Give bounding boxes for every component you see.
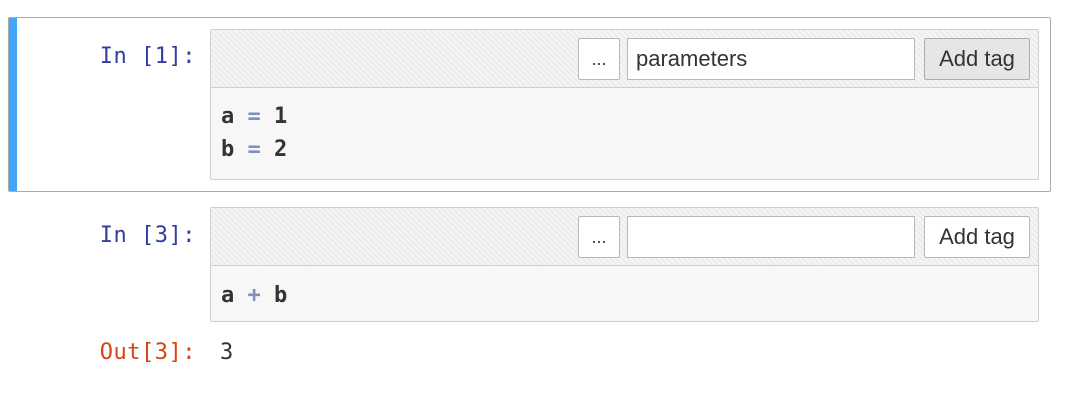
code-token: a (221, 283, 235, 308)
cell-tag-toolbar: ... parameters Add tag (211, 30, 1038, 88)
code-token: 2 (274, 137, 288, 162)
code-token: b (221, 137, 235, 162)
output-prompt: Out[3]: (99, 340, 196, 365)
add-tag-button[interactable]: Add tag (924, 216, 1030, 258)
input-prompt: In [1]: (99, 44, 196, 69)
code-token: a (221, 104, 235, 129)
tag-input[interactable]: parameters (627, 38, 915, 80)
cell-tag-toolbar: ... Add tag (211, 208, 1038, 266)
tag-input[interactable] (627, 216, 915, 258)
code-editor[interactable]: a + b (221, 279, 287, 312)
tag-more-button[interactable]: ... (578, 38, 620, 80)
input-prompt: In [3]: (99, 223, 196, 248)
cell-input-area[interactable]: ... parameters Add tag a = 1b = 2 (210, 29, 1039, 180)
code-operator: = (247, 104, 261, 129)
code-token: 1 (274, 104, 288, 129)
cell-input-area[interactable]: ... Add tag a + b (210, 207, 1039, 322)
add-tag-button[interactable]: Add tag (924, 38, 1030, 80)
code-token: b (274, 283, 288, 308)
code-operator: + (247, 283, 261, 308)
tag-more-button[interactable]: ... (578, 216, 620, 258)
code-editor[interactable]: a = 1b = 2 (221, 100, 287, 166)
code-line: b = 2 (221, 133, 287, 166)
code-line: a = 1 (221, 100, 287, 133)
selected-cell-indicator (9, 18, 17, 191)
code-line: a + b (221, 279, 287, 312)
code-operator: = (247, 137, 261, 162)
output-value: 3 (220, 340, 234, 365)
